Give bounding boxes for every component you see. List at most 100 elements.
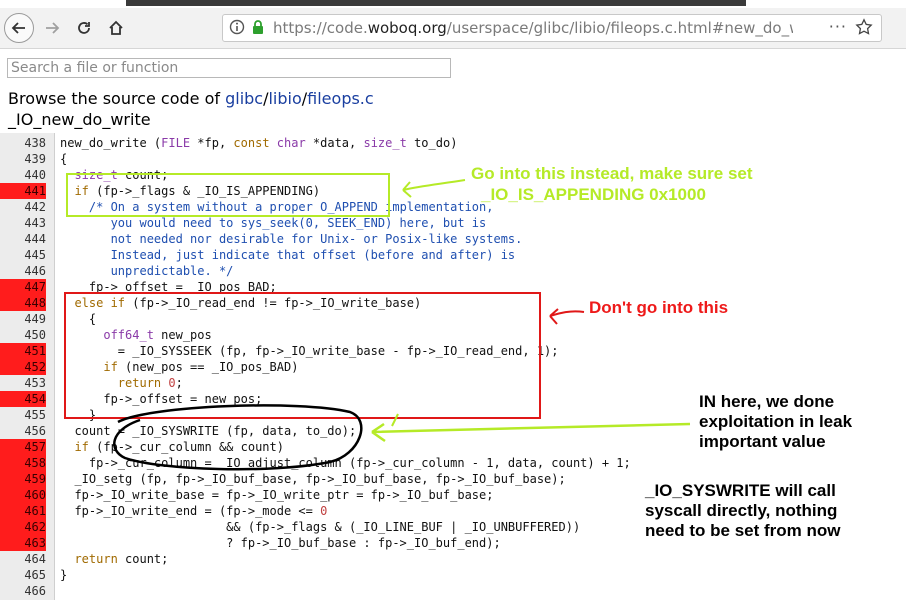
code-text: new_do_write (FILE *fp, const char *data… (60, 136, 458, 150)
code-text: if (fp->_cur_column && count) (74, 440, 284, 454)
back-button[interactable] (4, 13, 34, 43)
code-text: fp->_IO_write_base = fp->_IO_write_ptr =… (60, 488, 494, 502)
line-number[interactable]: 442 (0, 199, 46, 215)
line-number[interactable]: 443 (0, 215, 46, 231)
code-text: } (60, 568, 68, 582)
code-line: 452 if (new_pos == _IO_pos_BAD) (0, 359, 906, 375)
forward-arrow-icon (46, 22, 60, 34)
code-text: fp->_IO_write_end = (fp->_mode <= 0 (60, 504, 328, 518)
code-text: && (fp->_flags & (_IO_LINE_BUF | _IO_UNB… (60, 520, 581, 534)
line-number[interactable]: 457 (0, 439, 46, 455)
code-line: 448 else if (fp->_IO_read_end != fp->_IO… (0, 295, 906, 311)
browser-toolbar: https://code.woboq.org/userspace/glibc/l… (0, 8, 906, 49)
line-number[interactable]: 463 (0, 535, 46, 551)
line-number[interactable]: 440 (0, 167, 46, 183)
annotation-red: Don't go into this (589, 298, 729, 317)
code-line: 465} (0, 567, 906, 583)
star-icon[interactable] (855, 18, 873, 40)
code-line: 453 return 0; (0, 375, 906, 391)
line-number[interactable]: 455 (0, 407, 46, 423)
line-number[interactable]: 446 (0, 263, 46, 279)
reload-icon (78, 22, 90, 34)
code-line: 464 return count; (0, 551, 906, 567)
code-line: 445 Instead, just indicate that offset (… (0, 247, 906, 263)
code-text: ? fp->_IO_buf_base : fp->_IO_buf_end); (60, 536, 501, 550)
line-number[interactable]: 460 (0, 487, 46, 503)
info-icon[interactable] (229, 19, 245, 39)
code-text: = _IO_SYSSEEK (fp, fp->_IO_write_base - … (60, 344, 559, 358)
line-number[interactable]: 439 (0, 151, 46, 167)
annotation-green-1: Go into this instead, make sure set (471, 164, 753, 183)
line-number[interactable]: 441 (0, 183, 46, 199)
code-text: else if (fp->_IO_read_end != fp->_IO_wri… (74, 296, 422, 310)
lock-icon (251, 19, 265, 39)
code-text: unpredictable. */ (60, 264, 234, 278)
line-number[interactable]: 453 (0, 375, 46, 391)
code-text: /* On a system without a proper O_APPEND… (88, 200, 494, 214)
code-line: 442 /* On a system without a proper O_AP… (0, 199, 906, 215)
code-line: 441 if (fp->_flags & _IO_IS_APPENDING) (0, 183, 906, 199)
code-line: 443 you would need to sys_seek(0, SEEK_E… (0, 215, 906, 231)
line-number[interactable]: 466 (0, 583, 46, 599)
code-line: 450 off64_t new_pos (0, 327, 906, 343)
line-number[interactable]: 451 (0, 343, 46, 359)
crumb-file[interactable]: fileops.c (307, 89, 374, 108)
code-line: 438 new_do_write (FILE *fp, const char *d… (0, 135, 906, 151)
line-number[interactable]: 454 (0, 391, 46, 407)
code-text: if (fp->_flags & _IO_IS_APPENDING) (74, 184, 321, 198)
tab-bar (126, 0, 746, 6)
line-number[interactable]: 465 (0, 567, 46, 583)
line-number[interactable]: 438 (0, 135, 46, 151)
annotation-black-2a: _IO_SYSWRITE will call (645, 481, 836, 500)
line-number[interactable]: 450 (0, 327, 46, 343)
code-text: fp->_cur_column = _IO_adjust_column (fp-… (60, 456, 631, 470)
page-title: _IO_new_do_write (8, 110, 151, 129)
line-number[interactable]: 444 (0, 231, 46, 247)
line-number[interactable]: 456 (0, 423, 46, 439)
breadcrumb: Browse the source code of glibc/libio/fi… (8, 89, 374, 108)
line-number[interactable]: 459 (0, 471, 46, 487)
code-text: if (new_pos == _IO_pos_BAD) (103, 360, 299, 374)
code-line: 440 size_t count; (0, 167, 906, 183)
code-line: 451 = _IO_SYSSEEK (fp, fp->_IO_write_bas… (0, 343, 906, 359)
code-line: 449 { (0, 311, 906, 327)
line-number[interactable]: 461 (0, 503, 46, 519)
code-text: } (60, 408, 97, 422)
reload-button[interactable] (70, 14, 98, 42)
code-text: { (60, 312, 97, 326)
code-line: 439 { (0, 151, 906, 167)
forward-button[interactable] (38, 14, 66, 42)
line-number[interactable]: 464 (0, 551, 46, 567)
address-bar[interactable]: https://code.woboq.org/userspace/glibc/l… (222, 14, 882, 42)
line-number[interactable]: 449 (0, 311, 46, 327)
annotation-black-2c: need to be set from now (645, 521, 841, 540)
crumb-glibc[interactable]: glibc (225, 89, 263, 108)
search-input[interactable] (7, 58, 451, 78)
home-icon (109, 20, 123, 35)
code-line: 444 not needed nor desirable for Unix- o… (0, 231, 906, 247)
line-number[interactable]: 448 (0, 295, 46, 311)
code-text: _IO_setg (fp, fp->_IO_buf_base, fp->_IO_… (60, 472, 566, 486)
line-number[interactable]: 462 (0, 519, 46, 535)
page-actions-button[interactable]: ··· (829, 17, 847, 36)
code-text: return 0; (117, 376, 183, 390)
code-text: fp->_offset = new_pos; (60, 392, 263, 406)
line-number[interactable]: 447 (0, 279, 46, 295)
code-text: not needed nor desirable for Unix- or Po… (60, 232, 523, 246)
annotation-green-2: _IO_IS_APPENDING 0x1000 (481, 185, 706, 204)
back-arrow-icon (11, 22, 25, 34)
annotation-black-2b: syscall directly, nothing (645, 501, 838, 520)
line-number[interactable]: 458 (0, 455, 46, 471)
url-text[interactable]: https://code.woboq.org/userspace/glibc/l… (273, 19, 793, 37)
line-number[interactable]: 452 (0, 359, 46, 375)
code-line: 447 fp->_offset = _IO_pos_BAD; (0, 279, 906, 295)
annotation-black-1b: exploitation in leak (699, 412, 853, 431)
line-number[interactable]: 445 (0, 247, 46, 263)
annotation-black-1a: IN here, we done (699, 392, 835, 411)
code-line: 458 fp->_cur_column = _IO_adjust_column … (0, 455, 906, 471)
home-button[interactable] (102, 14, 130, 42)
annotation-black-1c: important value (699, 432, 826, 451)
crumb-libio[interactable]: libio (268, 89, 301, 108)
code-text: Instead, just indicate that offset (befo… (60, 248, 516, 262)
tab-strip (0, 0, 906, 8)
